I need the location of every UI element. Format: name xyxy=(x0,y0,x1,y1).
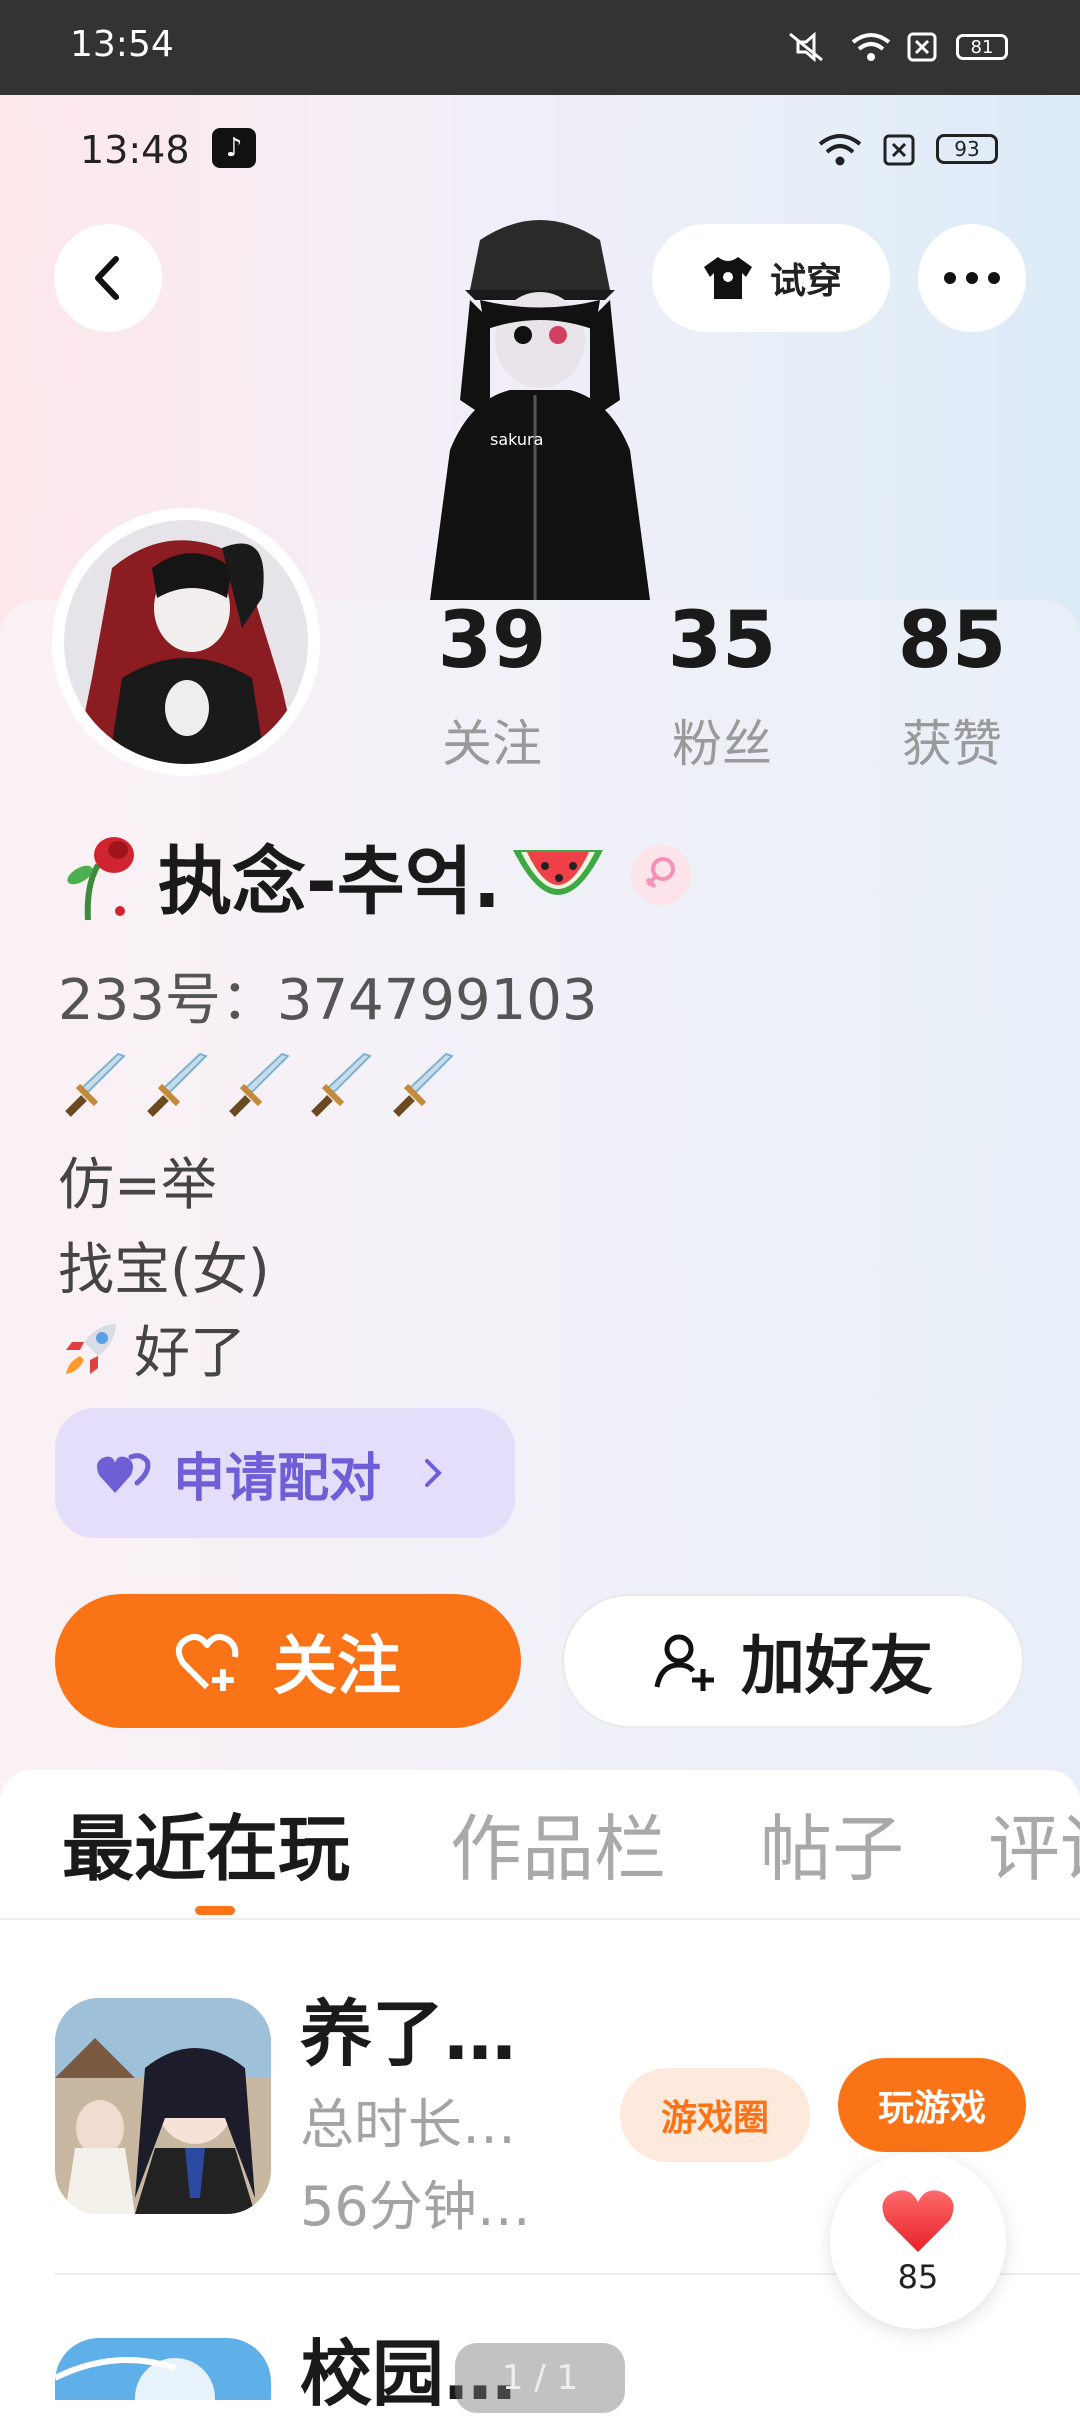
dagger-icon xyxy=(147,1052,208,1117)
inner-battery-icon: 93 xyxy=(936,130,1006,170)
bio-line-2: 找宝(女) xyxy=(58,1238,270,1303)
female-icon xyxy=(645,857,675,889)
tab-posts[interactable]: 帖子 xyxy=(760,1790,904,1895)
game-icon-1[interactable] xyxy=(55,1998,271,2214)
game-playtime-value-1: 56分钟… xyxy=(300,2175,531,2238)
try-on-button[interactable]: 试穿 xyxy=(652,224,890,332)
character-avatar-figure: sakura xyxy=(410,200,670,600)
dagger-icon xyxy=(65,1052,126,1117)
floating-like-button[interactable]: 85 xyxy=(830,2153,1006,2329)
bio-line-1: 仿=举 xyxy=(58,1153,217,1218)
tiktok-notification-icon: ♪ xyxy=(212,128,256,168)
profile-avatar[interactable] xyxy=(52,508,320,776)
heart-icon xyxy=(882,2190,954,2252)
likes-label[interactable]: 获赞 xyxy=(852,704,1052,776)
chevron-left-icon xyxy=(95,256,119,300)
following-count[interactable]: 39 xyxy=(392,596,592,686)
inner-battery-level: 93 xyxy=(936,134,998,164)
swords-emoji-row xyxy=(58,1050,460,1124)
request-match-button[interactable]: 申请配对 xyxy=(55,1408,515,1538)
game-icon-2[interactable] xyxy=(55,2338,271,2400)
add-friend-button[interactable]: 加好友 xyxy=(562,1594,1024,1728)
sim-off-icon xyxy=(904,30,940,64)
user-id[interactable]: 233号：374799103 xyxy=(58,955,598,1036)
add-friend-label: 加好友 xyxy=(741,1630,933,1704)
followers-label[interactable]: 粉丝 xyxy=(622,704,822,776)
game-title-1[interactable]: 养了… xyxy=(300,1975,516,2080)
outer-battery-level: 81 xyxy=(956,34,1008,60)
page-indicator: 1 / 1 xyxy=(455,2343,625,2413)
tab-recently-played[interactable]: 最近在玩 xyxy=(62,1790,350,1895)
tab-works[interactable]: 作品栏 xyxy=(450,1790,666,1895)
following-label[interactable]: 关注 xyxy=(392,704,592,776)
inner-status-time: 13:48 xyxy=(80,128,190,172)
dagger-icon xyxy=(229,1052,290,1117)
tab-divider xyxy=(0,1918,1080,1920)
follow-label: 关注 xyxy=(273,1630,401,1704)
likes-count[interactable]: 85 xyxy=(852,596,1052,686)
game-playtime-label-1: 总时长… xyxy=(300,2093,516,2156)
active-tab-indicator xyxy=(195,1906,235,1915)
follow-button[interactable]: 关注 xyxy=(55,1594,521,1728)
game-circle-button[interactable]: 游戏圈 xyxy=(620,2068,810,2162)
inner-wifi-icon xyxy=(816,130,866,170)
bio-line-3-row: 好了 xyxy=(58,1308,246,1389)
rocket-icon xyxy=(66,1323,116,1374)
dagger-icon xyxy=(311,1052,372,1117)
wilted-rose-icon xyxy=(67,837,134,921)
floating-like-count: 85 xyxy=(897,2258,939,2296)
more-options-button[interactable] xyxy=(918,224,1026,332)
battery-icon: 81 xyxy=(952,30,1012,64)
tab-comments[interactable]: 评论 xyxy=(988,1790,1080,1890)
heart-plus-icon xyxy=(175,1634,239,1691)
bio-line-3: 好了 xyxy=(134,1321,246,1386)
tab-comments-clip: 评论 xyxy=(988,1790,1080,1890)
nickname-text: 执念-추억. xyxy=(158,838,501,925)
watermelon-icon xyxy=(512,850,603,895)
chevron-right-icon xyxy=(425,1459,442,1487)
svg-text:sakura: sakura xyxy=(490,430,543,449)
outer-status-time: 13:54 xyxy=(70,24,174,65)
request-match-label: 申请配对 xyxy=(173,1448,382,1509)
mute-icon xyxy=(782,30,830,64)
play-game-button[interactable]: 玩游戏 xyxy=(838,2058,1026,2152)
female-gender-badge xyxy=(630,845,691,905)
dagger-icon xyxy=(393,1052,454,1117)
followers-count[interactable]: 35 xyxy=(622,596,822,686)
inner-sim-off-icon xyxy=(882,130,918,170)
add-user-icon xyxy=(654,1634,714,1691)
nickname-row: 执念-추억. xyxy=(58,825,691,925)
wifi-icon xyxy=(848,30,894,64)
hearts-icon xyxy=(97,1453,151,1493)
tshirt-icon xyxy=(703,257,752,299)
back-button[interactable] xyxy=(54,224,162,332)
more-dots-icon xyxy=(944,272,1000,284)
try-on-label: 试穿 xyxy=(769,261,842,302)
